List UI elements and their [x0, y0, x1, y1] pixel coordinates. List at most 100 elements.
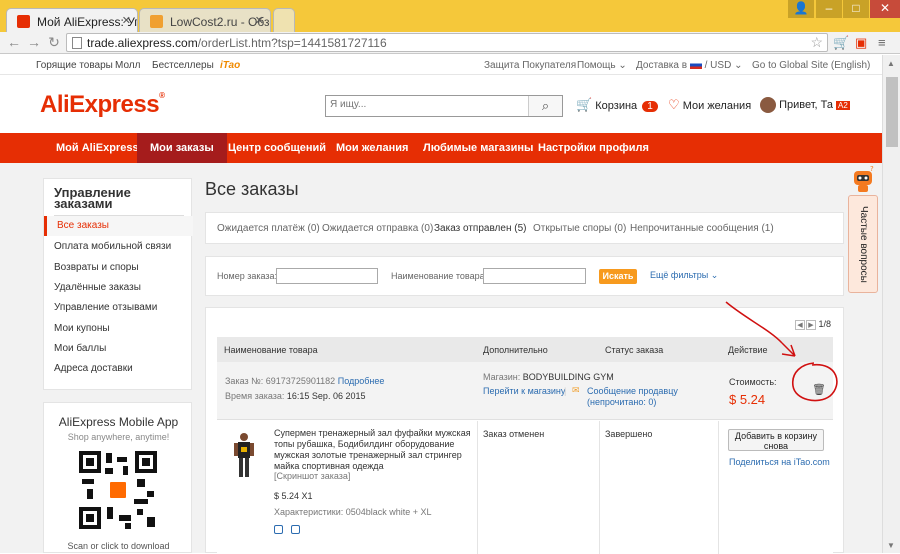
- close-tab-icon[interactable]: ✕: [255, 14, 264, 27]
- ship-to-menu[interactable]: Доставка в / USD ⌄: [636, 60, 742, 71]
- aliexpress-logo[interactable]: AliExpress®: [40, 91, 165, 119]
- mall-link[interactable]: Молл: [115, 60, 140, 71]
- col-action: Действие: [728, 345, 768, 355]
- trash-icon[interactable]: 🗑: [812, 383, 826, 396]
- share-site: iTao.com: [793, 457, 830, 467]
- calendar-icon[interactable]: [291, 525, 300, 534]
- scroll-thumb[interactable]: [886, 77, 898, 147]
- tab-unread-messages[interactable]: Непрочитанные сообщения (1): [630, 223, 774, 234]
- sidebar-item-deleted-orders[interactable]: Удалённые заказы: [54, 282, 141, 293]
- product-name-label: Наименование товара:: [391, 271, 488, 281]
- wishlist-link[interactable]: ♡ Мои желания: [668, 97, 751, 113]
- nav-my-aliexpress[interactable]: Мой AliExpress: [56, 142, 139, 154]
- search-orders-button[interactable]: Искать: [599, 269, 637, 284]
- logo-text: AliExpress: [40, 91, 160, 118]
- sidebar-item-points[interactable]: Мои баллы: [54, 343, 106, 354]
- product-name[interactable]: Супермен тренажерный зал фуфайки мужская…: [274, 428, 474, 472]
- sidebar-item-returns-disputes[interactable]: Возвраты и споры: [54, 262, 139, 273]
- cart-ext-icon[interactable]: 🛒: [833, 35, 849, 51]
- page-scrollbar[interactable]: ▲ ▼: [882, 55, 900, 553]
- page-indicator: 1/8: [818, 319, 831, 329]
- share-itao-link[interactable]: Поделиться на iTao.com: [729, 457, 830, 467]
- scroll-down-icon[interactable]: ▼: [887, 541, 895, 550]
- nav-wishlist[interactable]: Мои желания: [336, 142, 408, 154]
- nav-message-center[interactable]: Центр сообщений: [228, 142, 326, 154]
- minimize-icon[interactable]: –: [816, 0, 842, 18]
- ali-ext-icon[interactable]: ▣: [855, 35, 867, 51]
- pagination: ◀ ▶ 1/8: [794, 319, 831, 330]
- search-icon: ⌕: [541, 98, 550, 113]
- sidebar-item-reviews[interactable]: Управление отзывами: [54, 302, 157, 313]
- wishlist-label: Мои желания: [682, 100, 752, 112]
- cart-count-badge: 1: [642, 101, 658, 112]
- nav-profile-settings[interactable]: Настройки профиля: [538, 142, 649, 154]
- order-details-link[interactable]: Подробнее: [338, 376, 385, 386]
- forward-icon[interactable]: →: [26, 34, 42, 50]
- star-icon[interactable]: ☆: [810, 34, 823, 51]
- currency-label: USD: [710, 60, 732, 71]
- nav-favorite-stores[interactable]: Любимые магазины: [423, 142, 533, 154]
- order-time-label: Время заказа:: [225, 391, 285, 401]
- avatar: [760, 97, 776, 113]
- page: Горящие товары Молл Бестселлеры iTao Защ…: [0, 55, 882, 554]
- browser-tab-active[interactable]: Мой AliExpress: Упр ✕: [6, 8, 138, 32]
- bestsellers-link[interactable]: Бестселлеры: [152, 60, 214, 71]
- tab-awaiting-payment[interactable]: Ожидается платёж (0): [217, 223, 320, 234]
- back-icon[interactable]: ←: [6, 34, 22, 50]
- col-extra: Дополнительно: [483, 345, 548, 355]
- message-seller-link[interactable]: Сообщение продавцу: [587, 386, 678, 396]
- cart-icon: 🛒: [576, 97, 593, 112]
- address-bar-row: ← → ↻ trade.aliexpress.com/orderList.htm…: [0, 32, 900, 54]
- cart-link[interactable]: 🛒 Корзина 1: [576, 97, 658, 113]
- more-filters-link[interactable]: Ещё фильтры ⌄: [650, 270, 718, 281]
- col-status: Статус заказа: [605, 345, 664, 355]
- trademark-icon: ®: [159, 91, 165, 100]
- tab-shipped[interactable]: Заказ отправлен (5): [434, 223, 526, 234]
- browser-tab[interactable]: LowCost2.ru - Обзор ✕: [139, 8, 271, 32]
- order-number: Заказ №: 69173725901182 Подробнее: [225, 376, 384, 386]
- new-tab-button[interactable]: [273, 8, 295, 32]
- help-robot-icon[interactable]: ?: [850, 165, 876, 193]
- buyer-protection-link[interactable]: Защита Покупателя: [484, 60, 576, 71]
- site-header: AliExpress® ⌕ 🛒 Корзина 1 ♡ Мои желания …: [0, 75, 882, 133]
- menu-icon[interactable]: ≡: [878, 35, 886, 50]
- order-number-input[interactable]: [276, 268, 378, 284]
- account-menu[interactable]: Привет, Та A2: [760, 97, 850, 113]
- reload-icon[interactable]: ↻: [46, 34, 62, 51]
- goto-shop-link[interactable]: Перейти к магазину: [483, 386, 565, 396]
- product-thumbnail[interactable]: [231, 431, 257, 479]
- alarm-clock-icon[interactable]: [274, 525, 283, 534]
- sidebar-item-mobile-payment[interactable]: Оплата мобильной связи: [54, 241, 171, 252]
- prev-page-icon[interactable]: ◀: [794, 320, 805, 330]
- user-icon[interactable]: 👤: [788, 0, 814, 18]
- faq-side-tab[interactable]: Частые вопросы: [848, 195, 878, 293]
- help-menu[interactable]: Помощь ⌄: [577, 60, 627, 71]
- maximize-icon[interactable]: □: [843, 0, 869, 18]
- next-page-icon[interactable]: ▶: [805, 320, 816, 330]
- aliexpress-favicon-icon: [17, 15, 30, 28]
- itao-logo[interactable]: iTao: [220, 60, 240, 71]
- close-window-icon[interactable]: ✕: [870, 0, 900, 18]
- close-tab-icon[interactable]: ✕: [122, 14, 131, 27]
- cart-label: Корзина: [595, 100, 638, 112]
- search-input[interactable]: [330, 99, 525, 110]
- hot-products-link[interactable]: Горящие товары: [36, 60, 113, 71]
- order-number-label: Заказ №:: [225, 376, 264, 386]
- sidebar-item-all-orders[interactable]: Все заказы: [44, 216, 193, 236]
- qr-code[interactable]: [79, 451, 157, 529]
- search-button[interactable]: ⌕: [528, 96, 562, 116]
- product-name-input[interactable]: [483, 268, 586, 284]
- tab-awaiting-shipment[interactable]: Ожидается отправка (0): [322, 223, 433, 234]
- product-specs: Характеристики: 0504black white + XL: [274, 507, 432, 517]
- order-snapshot-link[interactable]: [Скриншот заказа]: [274, 471, 350, 482]
- scroll-up-icon[interactable]: ▲: [887, 59, 895, 68]
- add-to-cart-again-button[interactable]: Добавить в корзину снова: [728, 429, 824, 451]
- nav-my-orders[interactable]: Мои заказы: [137, 133, 227, 163]
- sidebar-item-coupons[interactable]: Мои купоны: [54, 323, 110, 334]
- tab-open-disputes[interactable]: Открытые споры (0): [533, 223, 626, 234]
- sidebar-item-addresses[interactable]: Адреса доставки: [54, 363, 133, 374]
- slash-separator: /: [704, 60, 708, 71]
- chevron-down-icon: ⌄: [710, 270, 719, 280]
- url-input[interactable]: trade.aliexpress.com/orderList.htm?tsp=1…: [66, 33, 828, 52]
- global-site-link[interactable]: Go to Global Site (English): [752, 60, 870, 71]
